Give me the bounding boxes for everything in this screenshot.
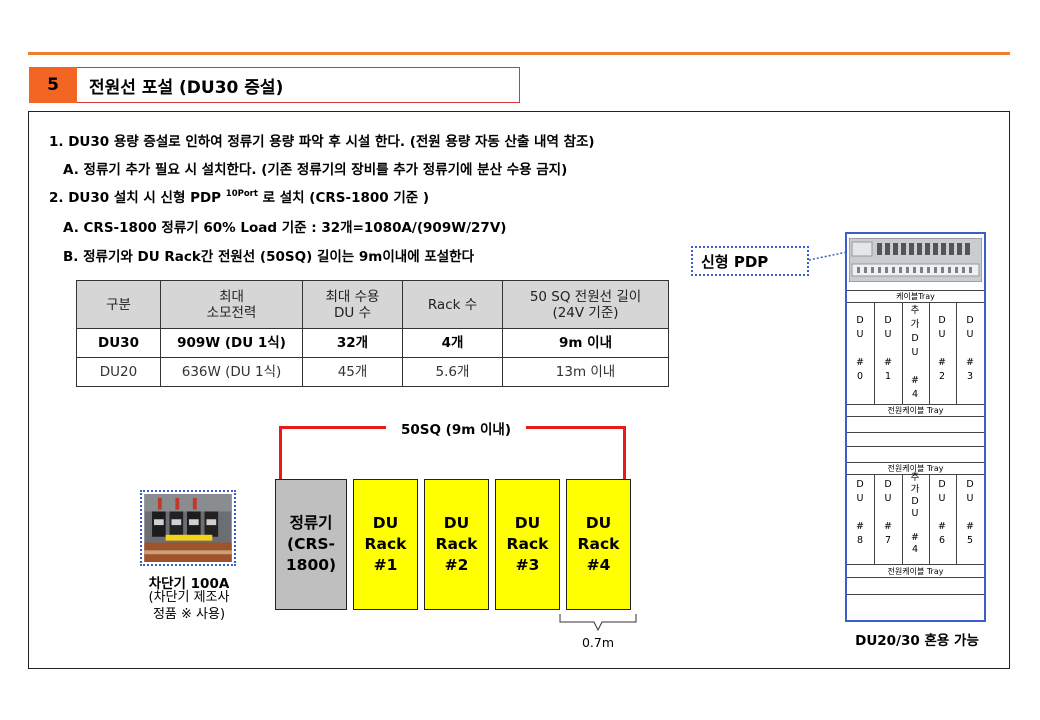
line-2-tail: 로 설치 (CRS-1800 기준 ) — [262, 190, 430, 206]
breaker-photo — [140, 490, 236, 566]
header-rule — [28, 52, 1010, 55]
line-1: 1. DU30 용량 증설로 인하여 정류기 용량 파악 후 시설 한다. (전… — [49, 134, 595, 150]
du-slot-added: 추 가 D U # 4 — [910, 305, 920, 400]
power-wire-right — [623, 426, 626, 479]
table-cell: 636W (DU 1식) — [160, 357, 303, 387]
brace-icon — [559, 614, 637, 632]
cable-tray-label: 케이블Tray — [896, 292, 935, 301]
power-tray-label: 전원케이블 Tray — [887, 406, 944, 415]
rectifier-label: 정류기 (CRS- 1800) — [285, 514, 337, 574]
du-rack-1: DU Rack #1 — [353, 479, 418, 610]
pdp-leader — [809, 251, 848, 261]
table-cell: 9m 이내 — [502, 328, 669, 358]
table-header: 구분 — [76, 280, 161, 329]
du-slot-added: 추 가 D U # 4 — [910, 472, 920, 555]
table-cell: 909W (DU 1식) — [160, 328, 303, 358]
du-rack-4: DU Rack #4 — [566, 479, 631, 610]
du-slot: D U # 2 — [938, 315, 946, 382]
rack-row — [847, 564, 984, 565]
rack-elevation: 케이블Tray 전원케이블 Tray 전원케이블 Tray 전원케이블 Tray… — [845, 232, 986, 622]
table-cell: DU30 — [76, 328, 161, 358]
du-rack-3: DU Rack #3 — [495, 479, 560, 610]
table-cell: 32개 — [302, 328, 403, 358]
table-header-row: 구분 최대 소모전력 최대 수용 DU 수 Rack 수 50 SQ 전원선 길… — [76, 280, 669, 329]
line-2a: A. CRS-1800 정류기 60% Load 기준 : 32개=1080A/… — [63, 220, 507, 236]
breaker-note: (차단기 제조사 정품 ※ 사용) — [148, 590, 230, 622]
table-header: Rack 수 — [402, 280, 503, 329]
table-header: 최대 소모전력 — [160, 280, 303, 329]
table-row: DU30 909W (DU 1식) 32개 4개 9m 이내 — [76, 328, 669, 358]
table-cell: 4개 — [402, 328, 503, 358]
rack-row — [847, 416, 984, 417]
du-slot: D U # 3 — [966, 315, 974, 382]
du-slot: D U # 1 — [884, 315, 892, 382]
table-cell: 5.6개 — [402, 357, 503, 387]
line-2: 2. DU30 설치 시 신형 PDP 10Port 로 설치 (CRS-180… — [49, 186, 429, 206]
spec-table: 구분 최대 소모전력 최대 수용 DU 수 Rack 수 50 SQ 전원선 길… — [76, 280, 669, 387]
du-rack-label: DU Rack #1 — [364, 514, 407, 574]
rack-row — [847, 577, 984, 578]
du-rack-2: DU Rack #2 — [424, 479, 489, 610]
section-number: 5 — [29, 67, 77, 103]
line-2-superscript: 10Port — [225, 189, 258, 199]
rack-caption: DU20/30 혼용 가능 — [855, 633, 979, 649]
table-cell: DU20 — [76, 357, 161, 387]
line-1a: A. 정류기 추가 필요 시 설치한다. (기존 정류기의 장비를 추가 정류기… — [63, 162, 568, 178]
pdp-label: 신형 PDP — [691, 246, 809, 276]
rack-row — [847, 594, 984, 595]
du-rack-label: DU Rack #2 — [435, 514, 478, 574]
power-tray-label: 전원케이블 Tray — [887, 567, 944, 576]
breaker-icon — [144, 494, 232, 562]
du-slot: D U # 8 — [856, 479, 864, 546]
line-2-text: 2. DU30 설치 시 신형 PDP — [49, 190, 222, 206]
line-2b: B. 정류기와 DU Rack간 전원선 (50SQ) 길이는 9m이내에 포설… — [63, 249, 475, 265]
power-wire-left — [279, 426, 282, 479]
du-slot: D U # 7 — [884, 479, 892, 546]
table-row: DU20 636W (DU 1식) 45개 5.6개 13m 이내 — [76, 357, 669, 387]
rack-row — [847, 302, 984, 303]
rack-row — [847, 446, 984, 447]
section-title: 전원선 포설 (DU30 증설) — [77, 67, 520, 103]
table-cell: 13m 이내 — [502, 357, 669, 387]
rectifier-box: 정류기 (CRS- 1800) — [275, 479, 347, 610]
pdp-unit-icon — [849, 238, 982, 282]
du-rack-label: DU Rack #4 — [577, 514, 620, 574]
du-slot: D U # 0 — [856, 315, 864, 382]
rack-row — [847, 432, 984, 433]
table-header: 최대 수용 DU 수 — [302, 280, 403, 329]
du-slot: D U # 6 — [938, 479, 946, 546]
wire-label: 50SQ (9m 이내) — [386, 418, 526, 438]
table-header: 50 SQ 전원선 길이 (24V 기준) — [502, 280, 669, 329]
du-slot: D U # 5 — [966, 479, 974, 546]
rack-gap-label: 0.7m — [581, 635, 615, 650]
table-cell: 45개 — [302, 357, 403, 387]
du-rack-label: DU Rack #3 — [506, 514, 549, 574]
